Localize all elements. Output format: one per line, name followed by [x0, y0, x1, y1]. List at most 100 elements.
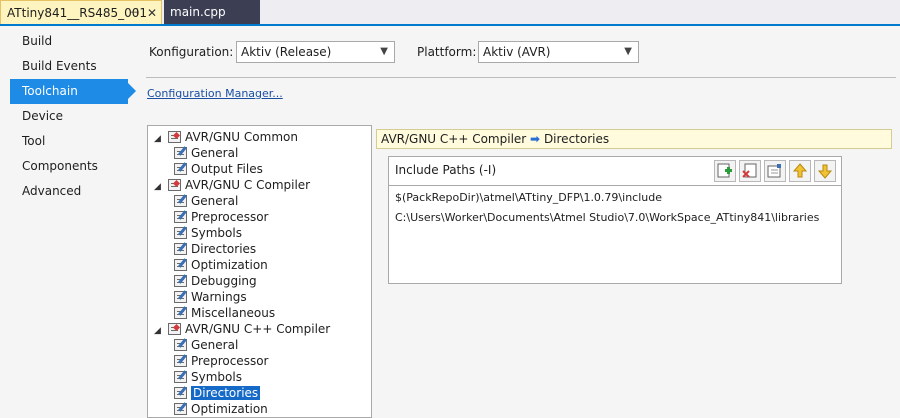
- property-page-icon: [174, 243, 187, 255]
- property-group-icon: [168, 323, 181, 335]
- tree-node[interactable]: ◢ AVR/GNU C Compiler: [154, 177, 310, 193]
- tree-leaf[interactable]: Output Files: [174, 161, 263, 177]
- tree-leaf[interactable]: Preprocessor: [174, 209, 268, 225]
- tree-leaf[interactable]: Optimization: [174, 257, 268, 273]
- property-page-icon: [174, 195, 187, 207]
- arrow-right-icon: ➡: [530, 132, 541, 146]
- move-up-icon: [792, 163, 808, 178]
- close-icon[interactable]: ✕: [147, 1, 157, 25]
- tree-item-label: AVR/GNU C Compiler: [185, 178, 311, 192]
- tree-leaf[interactable]: Optimization: [174, 401, 268, 417]
- include-path-item[interactable]: C:\Users\Worker\Documents\Atmel Studio\7…: [395, 211, 819, 224]
- plattform-label: Plattform:: [417, 45, 477, 59]
- property-page-icon: [174, 147, 187, 159]
- property-page-nav: Build Build Events Toolchain Device Tool…: [0, 26, 140, 418]
- nav-item-components[interactable]: Components: [10, 154, 128, 179]
- tree-item-label: Optimization: [191, 258, 268, 272]
- tree-leaf[interactable]: Symbols: [174, 225, 242, 241]
- delete-item-icon: [742, 163, 757, 178]
- tree-item-label: General: [191, 194, 239, 208]
- property-page-icon: [174, 291, 187, 303]
- expander-icon[interactable]: ◢: [154, 131, 168, 147]
- tree-leaf[interactable]: Warnings: [174, 289, 247, 305]
- add-item-icon: [717, 163, 732, 178]
- tree-node[interactable]: ◢ AVR/GNU Common: [154, 129, 298, 145]
- configuration-manager-link[interactable]: Configuration Manager...: [147, 87, 283, 100]
- property-page-icon: [174, 371, 187, 383]
- tree-leaf[interactable]: General: [174, 337, 238, 353]
- tab-label: main.cpp: [170, 5, 226, 19]
- tree-item-label: Output Files: [191, 162, 263, 176]
- property-page-icon: [174, 227, 187, 239]
- move-down-icon: [817, 164, 833, 179]
- divider: [146, 77, 896, 78]
- tree-leaf[interactable]: Preprocessor: [174, 353, 268, 369]
- konfiguration-label: Konfiguration:: [149, 45, 234, 59]
- include-paths-title: Include Paths (-I): [395, 163, 497, 177]
- tree-leaf[interactable]: Miscellaneous: [174, 305, 275, 321]
- tree-leaf[interactable]: Directories: [174, 385, 261, 401]
- tree-item-label: Symbols: [191, 226, 242, 240]
- move-down-button[interactable]: [814, 160, 836, 182]
- include-paths-header: Include Paths (-I): [389, 157, 841, 186]
- expander-icon[interactable]: ◢: [154, 179, 168, 195]
- property-group-icon: [168, 131, 181, 143]
- nav-item-toolchain[interactable]: Toolchain: [10, 79, 136, 104]
- tree-item-label: AVR/GNU C++ Compiler: [185, 322, 331, 336]
- konfiguration-dropdown[interactable]: Aktiv (Release) ▼: [236, 41, 395, 63]
- tab-main-cpp[interactable]: main.cpp: [164, 0, 260, 24]
- nav-item-build[interactable]: Build: [10, 29, 128, 54]
- tree-item-label: General: [191, 146, 239, 160]
- tree-item-label: Symbols: [191, 370, 242, 384]
- plattform-dropdown[interactable]: Aktiv (AVR) ▼: [478, 41, 639, 63]
- property-page-icon: [174, 339, 187, 351]
- tree-item-label: Preprocessor: [191, 210, 269, 224]
- property-group-icon: [168, 179, 181, 191]
- property-page-icon: [174, 259, 187, 271]
- konfiguration-value: Aktiv (Release): [241, 45, 332, 59]
- tree-leaf[interactable]: Debugging: [174, 273, 257, 289]
- tree-item-label: AVR/GNU Common: [185, 130, 298, 144]
- nav-item-device[interactable]: Device: [10, 104, 128, 129]
- edit-item-icon: [767, 164, 781, 178]
- tree-item-label: Miscellaneous: [191, 306, 276, 320]
- chevron-down-icon: ▼: [380, 46, 388, 57]
- property-page-icon: [174, 355, 187, 367]
- include-paths-list[interactable]: Include Paths (-I) $(PackRepoDir)\atmel\…: [388, 156, 842, 284]
- tree-leaf[interactable]: General: [174, 145, 238, 161]
- property-page-icon: [174, 275, 187, 287]
- tree-item-label: Directories: [191, 386, 261, 400]
- tree-item-label: Debugging: [191, 274, 257, 288]
- tree-node[interactable]: ◢ AVR/GNU C++ Compiler: [154, 321, 330, 337]
- tree-item-label: Optimization: [191, 402, 268, 416]
- breadcrumb: AVR/GNU C++ Compiler ➡ Directories: [376, 129, 892, 149]
- move-up-button[interactable]: [789, 160, 811, 182]
- nav-item-tool[interactable]: Tool: [10, 129, 128, 154]
- nav-item-advanced[interactable]: Advanced: [10, 179, 128, 204]
- include-path-item[interactable]: $(PackRepoDir)\atmel\ATtiny_DFP\1.0.79\i…: [395, 191, 662, 204]
- tab-project-properties[interactable]: ATtiny841__RS485_001 ⊣ ✕: [0, 0, 162, 24]
- property-page-icon: [174, 163, 187, 175]
- property-page-icon: [174, 307, 187, 319]
- expander-icon[interactable]: ◢: [154, 323, 168, 339]
- toolchain-tree[interactable]: ◢ AVR/GNU Common General Output Files ◢ AVR/G…: [147, 125, 372, 418]
- property-page-icon: [174, 211, 187, 223]
- tree-item-label: Preprocessor: [191, 354, 269, 368]
- plattform-value: Aktiv (AVR): [483, 45, 551, 59]
- tree-leaf[interactable]: General: [174, 193, 238, 209]
- nav-item-build-events[interactable]: Build Events: [10, 54, 128, 79]
- delete-item-button[interactable]: [739, 160, 761, 182]
- document-tab-strip: ATtiny841__RS485_001 ⊣ ✕ main.cpp: [0, 0, 900, 26]
- edit-item-button[interactable]: [764, 160, 786, 182]
- tree-item-label: Warnings: [191, 290, 247, 304]
- tab-label: ATtiny841__RS485_001: [7, 6, 148, 20]
- tree-item-label: Directories: [191, 242, 257, 256]
- tree-leaf[interactable]: Directories: [174, 241, 256, 257]
- add-item-button[interactable]: [714, 160, 736, 182]
- breadcrumb-current: Directories: [543, 132, 610, 146]
- pin-icon[interactable]: ⊣: [129, 1, 139, 25]
- tree-leaf[interactable]: Symbols: [174, 369, 242, 385]
- property-page-icon: [174, 403, 187, 415]
- property-page-icon: [174, 387, 187, 399]
- breadcrumb-parent: AVR/GNU C++ Compiler: [381, 132, 527, 146]
